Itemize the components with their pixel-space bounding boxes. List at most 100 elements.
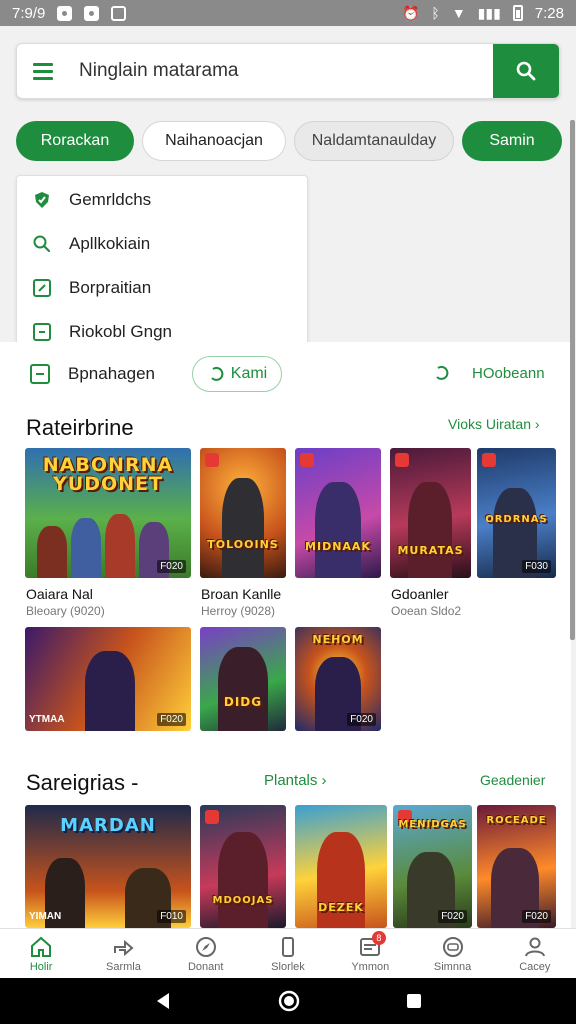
game-subtitle: Herroy (9028) [201, 604, 276, 618]
game-thumbnail[interactable]: MIDNAAK [295, 448, 381, 578]
game-side-text: YTMAA [29, 714, 65, 725]
game-side-text: YIMAN [29, 911, 62, 922]
refresh-icon[interactable] [432, 364, 450, 382]
bottom-navigation: Holir Sarmla Donant Slorlek 8 Ymmon Simn… [0, 928, 576, 978]
notification-app-icon [84, 5, 100, 21]
person-icon [524, 937, 545, 956]
dropdown-item-label: Borpraitian [69, 278, 152, 297]
edit-box-icon [31, 277, 53, 299]
nav-item-profile[interactable]: Cacey [494, 929, 576, 978]
game-art-title: MIDNAAK [305, 540, 371, 553]
game-thumbnail[interactable]: DEZEK [295, 805, 387, 928]
nav-item-phone[interactable]: Slorlek [247, 929, 329, 978]
nav-item-inbox[interactable]: 8 Ymmon [329, 929, 411, 978]
kami-pill-button[interactable]: Kami [192, 356, 282, 392]
battery-icon [512, 5, 523, 21]
notification-badge: 8 [371, 931, 386, 945]
nav-label: Donant [187, 960, 224, 973]
game-thumbnail[interactable]: ROCEADE F020 [477, 805, 556, 928]
filter-row-right: HOobeann [432, 364, 545, 382]
game-art-title: MARDAN [60, 815, 156, 836]
game-badge: F020 [157, 713, 186, 726]
dropdown-item[interactable]: Gemrldchs [17, 178, 307, 222]
game-thumbnail[interactable]: NABONRNA YUDONET F020 [25, 448, 191, 578]
game-thumbnail[interactable]: NEHOM F020 [295, 627, 381, 731]
kami-pill-label: Kami [230, 365, 268, 382]
chip-naihanoacjan[interactable]: Naihanoacjan [142, 121, 286, 161]
section-link-label: Plantals [264, 772, 318, 789]
dropdown-item-label: Gemrldchs [69, 190, 152, 209]
game-thumbnail[interactable]: TOLOOINS [200, 448, 286, 578]
filter-row-label: Bpnahagen [68, 364, 155, 383]
home-button-icon[interactable] [277, 989, 301, 1013]
nav-item-gamepad[interactable]: Simnna [411, 929, 493, 978]
nav-label: Simnna [433, 960, 472, 973]
game-name: Gdoanler [391, 586, 449, 602]
nav-label: Slorlek [271, 960, 305, 973]
square-icon [31, 321, 53, 343]
game-art-title: TOLOOINS [207, 538, 279, 551]
game-subtitle: Bleoary (9020) [26, 604, 105, 618]
section-view-all-link[interactable]: Vioks Uiratan › [448, 416, 540, 432]
chip-naldamtanaulday[interactable]: Naldamtanaulday [294, 121, 454, 161]
notification-app-icon [111, 5, 127, 21]
game-art-title: DIDG [223, 695, 263, 709]
bluetooth-icon: ᛒ [431, 5, 440, 21]
dropdown-item[interactable]: Borpraitian [17, 266, 307, 310]
game-art-title: ROCEADE [486, 815, 547, 826]
game-badge: F030 [522, 560, 551, 573]
filter-chips: Rorackan Naihanoacjan Naldamtanaulday Sa… [16, 121, 562, 161]
search-icon [516, 61, 536, 81]
shield-icon [31, 189, 53, 211]
section-title: Rateirbrine [26, 415, 134, 440]
refresh-icon [211, 366, 224, 381]
game-badge: F020 [438, 910, 467, 923]
game-subtitle: Ooean Sldo2 [391, 604, 462, 618]
game-thumbnail[interactable]: YTMAA F020 [25, 627, 191, 731]
nav-label: Holir [29, 960, 53, 973]
chip-samin[interactable]: Samin [462, 121, 562, 161]
game-badge: F010 [157, 910, 186, 923]
recents-icon[interactable] [404, 991, 424, 1011]
game-art-title: MDOOJAS [212, 895, 274, 906]
status-time-left: 7:9/9 [12, 4, 46, 22]
game-badge: F020 [522, 910, 551, 923]
section-link[interactable]: Plantals › [264, 772, 327, 789]
game-thumbnail[interactable]: MDOOJAS [200, 805, 286, 928]
section-link-label: Vioks Uiratan [448, 416, 532, 432]
game-thumbnail[interactable]: DIDG [200, 627, 286, 731]
nav-item-home[interactable]: Holir [0, 929, 82, 978]
nav-item-share[interactable]: Sarmla [82, 929, 164, 978]
game-thumbnail[interactable]: MENIDGAS F020 [393, 805, 472, 928]
back-icon[interactable] [152, 990, 174, 1012]
section-link[interactable]: Geadenier [480, 772, 545, 788]
game-art-title: MURATAS [397, 544, 464, 557]
chip-rorackan[interactable]: Rorackan [16, 121, 134, 161]
game-thumbnail[interactable]: ORDRNAS F030 [477, 448, 556, 578]
game-badge: F020 [347, 713, 376, 726]
game-name: Oaiara Nal [26, 586, 93, 602]
game-thumbnail[interactable]: MURATAS [390, 448, 471, 578]
scrollbar[interactable] [570, 120, 575, 640]
hamburger-menu-icon[interactable] [17, 44, 69, 98]
game-art-title: ORDRNAS [485, 514, 548, 525]
game-badge: F020 [157, 560, 186, 573]
nav-item-compass[interactable]: Donant [165, 929, 247, 978]
system-navigation-bar [0, 978, 576, 1024]
game-name: Broan Kanlle [201, 586, 282, 602]
game-thumbnail[interactable]: MARDAN YIMAN F010 [25, 805, 191, 928]
game-art-title: MENIDGAS [398, 819, 467, 830]
alarm-icon: ⏰ [401, 5, 420, 21]
nav-label: Ymmon [351, 960, 390, 973]
search-bar [16, 43, 560, 99]
search-input[interactable] [69, 44, 493, 98]
search-icon [31, 233, 53, 255]
search-button[interactable] [493, 44, 559, 98]
status-time-right: 7:28 [534, 4, 564, 22]
row-right-link[interactable]: HOobeann [472, 365, 545, 382]
game-art-title: DEZEK [318, 901, 364, 914]
signal-icon: ▮▮▮ [477, 5, 501, 21]
dropdown-item-label: Apllkokiain [69, 234, 151, 253]
filter-row: Bpnahagen Kami HOobeann [0, 342, 571, 406]
dropdown-item[interactable]: Apllkokiain [17, 222, 307, 266]
